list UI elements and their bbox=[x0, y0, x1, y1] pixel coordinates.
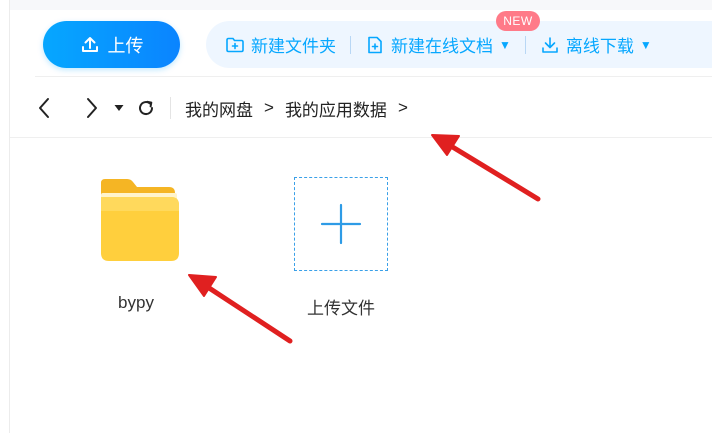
plus-icon bbox=[320, 203, 362, 245]
download-icon bbox=[542, 36, 558, 53]
history-dropdown-button[interactable] bbox=[108, 94, 130, 122]
top-strip bbox=[10, 0, 712, 10]
forward-button[interactable] bbox=[78, 94, 106, 122]
chevron-right-icon bbox=[87, 98, 97, 118]
navigation-bar: 我的网盘 > 我的应用数据 > bbox=[30, 92, 419, 124]
folder-icon bbox=[101, 179, 179, 261]
upload-button[interactable]: 上传 bbox=[43, 21, 180, 68]
arrow-icon bbox=[188, 274, 293, 344]
breadcrumb-app-data[interactable]: 我的应用数据 bbox=[285, 96, 387, 121]
refresh-button[interactable] bbox=[132, 94, 160, 122]
sidebar-divider bbox=[9, 0, 10, 433]
toolbar-separator bbox=[524, 35, 526, 54]
toolbar-divider bbox=[35, 76, 712, 77]
file-item-name: bypy bbox=[118, 293, 154, 312]
chevron-left-icon bbox=[39, 98, 49, 118]
new-folder-label: 新建文件夹 bbox=[251, 37, 336, 56]
new-online-doc-label: 新建在线文档 bbox=[391, 37, 493, 56]
breadcrumb-my-drive[interactable]: 我的网盘 bbox=[185, 96, 253, 121]
offline-download-label: 离线下载 bbox=[565, 37, 634, 56]
caret-down-icon bbox=[114, 105, 124, 111]
upload-file-tile[interactable] bbox=[294, 177, 388, 271]
new-folder-icon bbox=[226, 37, 244, 52]
upload-file-label[interactable]: 上传文件 bbox=[294, 294, 388, 319]
breadcrumb-separator: > bbox=[264, 98, 274, 117]
back-button[interactable] bbox=[30, 94, 58, 122]
toolbar-separator bbox=[350, 35, 351, 54]
content-divider bbox=[10, 137, 712, 138]
new-doc-icon bbox=[368, 36, 382, 53]
nav-divider bbox=[170, 97, 171, 119]
new-online-doc-button[interactable]: 新建在线文档 ▼ bbox=[365, 32, 511, 57]
new-folder-button[interactable]: 新建文件夹 bbox=[225, 32, 336, 57]
refresh-icon bbox=[139, 100, 154, 116]
upload-icon bbox=[81, 36, 98, 52]
file-item-folder[interactable]: bypy bbox=[78, 175, 194, 313]
new-badge: NEW bbox=[496, 11, 540, 31]
toolbar-actions: 新建文件夹 新建在线文档 ▼ 离线下载 ▼ NEW bbox=[206, 11, 712, 68]
arrow-icon bbox=[431, 134, 541, 202]
breadcrumb-separator: > bbox=[397, 98, 408, 117]
chevron-down-icon: ▼ bbox=[639, 37, 652, 52]
chevron-down-icon: ▼ bbox=[499, 37, 511, 52]
upload-button-label: 上传 bbox=[107, 35, 144, 56]
offline-download-button[interactable]: 离线下载 ▼ bbox=[540, 32, 652, 57]
